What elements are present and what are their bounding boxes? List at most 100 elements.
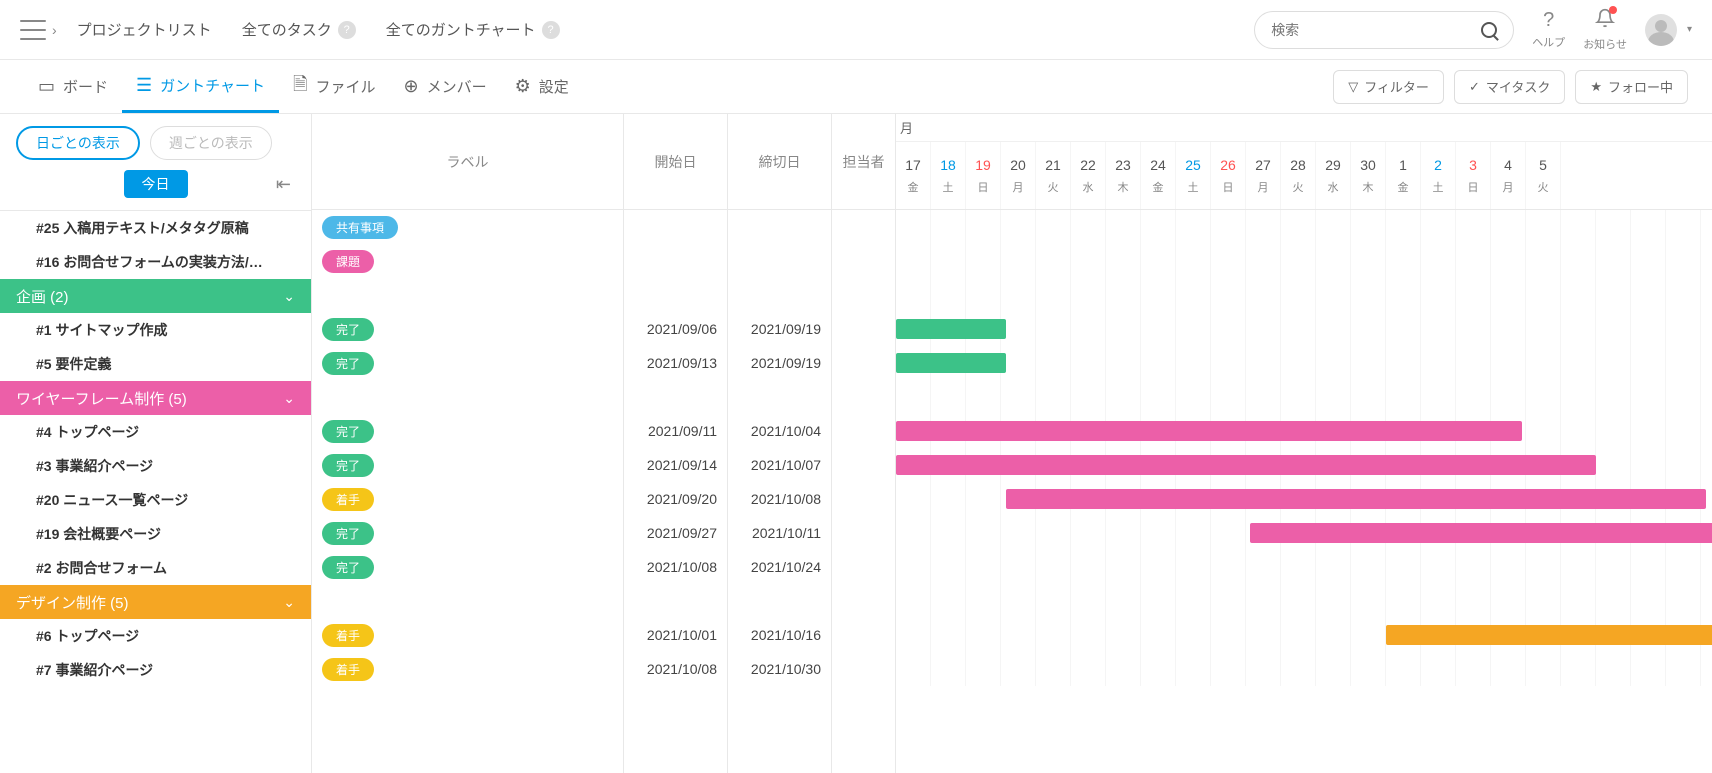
label-cell: 完了	[312, 346, 623, 380]
col-header-end: 締切日	[728, 114, 831, 210]
start-date-cell: 2021/09/11	[624, 414, 727, 448]
date-weekday: 土	[1188, 179, 1199, 195]
date-weekday: 水	[1083, 179, 1094, 195]
gantt-bar[interactable]	[1250, 523, 1712, 543]
end-date-cell	[728, 244, 831, 278]
status-badge: 完了	[322, 420, 374, 443]
group-row[interactable]: ワイヤーフレーム制作 (5)⌄	[0, 381, 311, 415]
date-weekday: 日	[978, 179, 989, 195]
date-cell: 24金	[1141, 142, 1176, 209]
menu-icon[interactable]	[20, 20, 46, 40]
label-cell: 完了	[312, 516, 623, 550]
weekly-view-toggle[interactable]: 週ごとの表示	[150, 126, 272, 160]
notification-button[interactable]: お知らせ	[1583, 8, 1627, 52]
board-icon: ▭	[38, 76, 55, 97]
task-row[interactable]: #20 ニュース一覧ページ	[0, 483, 311, 517]
col-label: ラベル 共有事項課題完了完了完了完了着手完了完了着手着手	[312, 114, 624, 773]
timeline-body	[896, 210, 1712, 686]
label-cell: 完了	[312, 550, 623, 584]
gantt-bar[interactable]	[896, 421, 1522, 441]
timeline-row	[896, 380, 1712, 414]
task-row[interactable]: #4 トップページ	[0, 415, 311, 449]
label-cell: 共有事項	[312, 210, 623, 244]
daily-view-toggle[interactable]: 日ごとの表示	[16, 126, 140, 160]
col-header-label: ラベル	[312, 114, 623, 210]
task-row[interactable]: #2 お問合せフォーム	[0, 551, 311, 585]
tab-file[interactable]: 🗎ファイル	[279, 60, 390, 113]
start-date-cell: 2021/09/14	[624, 448, 727, 482]
date-number: 28	[1290, 157, 1306, 173]
assignee-cell	[832, 346, 895, 380]
start-date-cell: 2021/09/20	[624, 482, 727, 516]
end-date-cell: 2021/10/07	[728, 448, 831, 482]
task-row[interactable]: #1 サイトマップ作成	[0, 313, 311, 347]
date-cell: 19日	[966, 142, 1001, 209]
collapse-panel-icon[interactable]: ⇤	[276, 174, 291, 195]
help-button[interactable]: ? ヘルプ	[1532, 9, 1565, 50]
date-number: 18	[940, 157, 956, 173]
task-row[interactable]: #7 事業紹介ページ	[0, 653, 311, 687]
task-row[interactable]: #16 お問合せフォームの実装方法/…	[0, 245, 311, 279]
file-icon: 🗎	[293, 72, 307, 102]
date-weekday: 木	[1363, 179, 1374, 195]
col-end: 締切日 2021/09/192021/09/192021/10/042021/1…	[728, 114, 832, 773]
gantt-bar[interactable]	[1006, 489, 1706, 509]
breadcrumb-all-gantt[interactable]: 全てのガントチャート?	[386, 19, 560, 40]
mytask-button[interactable]: ✓マイタスク	[1454, 70, 1565, 104]
start-date-cell: 2021/10/01	[624, 618, 727, 652]
date-cell: 30木	[1351, 142, 1386, 209]
task-row[interactable]: #6 トップページ	[0, 619, 311, 653]
star-icon: ★	[1590, 79, 1602, 95]
follow-button[interactable]: ★フォロー中	[1575, 70, 1688, 104]
timeline-row	[896, 550, 1712, 584]
task-row[interactable]: #25 入稿用テキスト/メタタグ原稿	[0, 211, 311, 245]
label-cell: 完了	[312, 448, 623, 482]
gantt-bar[interactable]	[896, 455, 1596, 475]
filter-icon: ▽	[1348, 79, 1358, 95]
assignee-cell	[832, 312, 895, 346]
label-cell: 課題	[312, 244, 623, 278]
group-row[interactable]: 企画 (2)⌄	[0, 279, 311, 313]
date-number: 5	[1539, 157, 1547, 173]
filter-button[interactable]: ▽フィルター	[1333, 70, 1444, 104]
start-date-cell	[624, 584, 727, 618]
tab-board[interactable]: ▭ボード	[24, 60, 122, 113]
search-input[interactable]	[1271, 22, 1481, 38]
start-date-cell	[624, 380, 727, 414]
breadcrumb-all-tasks[interactable]: 全てのタスク?	[242, 19, 356, 40]
group-row[interactable]: デザイン制作 (5)⌄	[0, 585, 311, 619]
date-number: 3	[1469, 157, 1477, 173]
chevron-down-icon[interactable]: ▾	[1687, 24, 1692, 35]
tab-member[interactable]: ⊕メンバー	[390, 60, 501, 113]
label-cell	[312, 584, 623, 618]
timeline-row	[896, 278, 1712, 312]
timeline-row	[896, 346, 1712, 380]
task-row[interactable]: #19 会社概要ページ	[0, 517, 311, 551]
status-badge: 課題	[322, 250, 374, 273]
timeline-row	[896, 618, 1712, 652]
tab-settings[interactable]: ⚙設定	[501, 60, 583, 113]
tab-gantt[interactable]: ☰ガントチャート	[122, 60, 279, 113]
header: › プロジェクトリスト 全てのタスク? 全てのガントチャート? ? ヘルプ お知…	[0, 0, 1712, 60]
date-number: 25	[1185, 157, 1201, 173]
gantt-bar[interactable]	[1386, 625, 1712, 645]
gantt-bar[interactable]	[896, 319, 1006, 339]
date-weekday: 土	[943, 179, 954, 195]
breadcrumb-project-list[interactable]: プロジェクトリスト	[77, 19, 212, 40]
date-number: 22	[1080, 157, 1096, 173]
avatar[interactable]	[1645, 14, 1677, 46]
date-weekday: 金	[1398, 179, 1409, 195]
group-name: ワイヤーフレーム制作 (5)	[16, 388, 187, 409]
search-box[interactable]	[1254, 11, 1514, 49]
date-number: 20	[1010, 157, 1026, 173]
timeline-row	[896, 482, 1712, 516]
task-row[interactable]: #3 事業紹介ページ	[0, 449, 311, 483]
date-cell: 28火	[1281, 142, 1316, 209]
main: 日ごとの表示 週ごとの表示 今日 ⇤ #25 入稿用テキスト/メタタグ原稿#16…	[0, 114, 1712, 773]
gantt-bar[interactable]	[896, 353, 1006, 373]
timeline[interactable]: 月 17金18土19日20月21火22水23木24金25土26日27月28火29…	[896, 114, 1712, 773]
today-button[interactable]: 今日	[124, 170, 188, 198]
end-date-cell: 2021/10/08	[728, 482, 831, 516]
task-row[interactable]: #5 要件定義	[0, 347, 311, 381]
date-number: 4	[1504, 157, 1512, 173]
